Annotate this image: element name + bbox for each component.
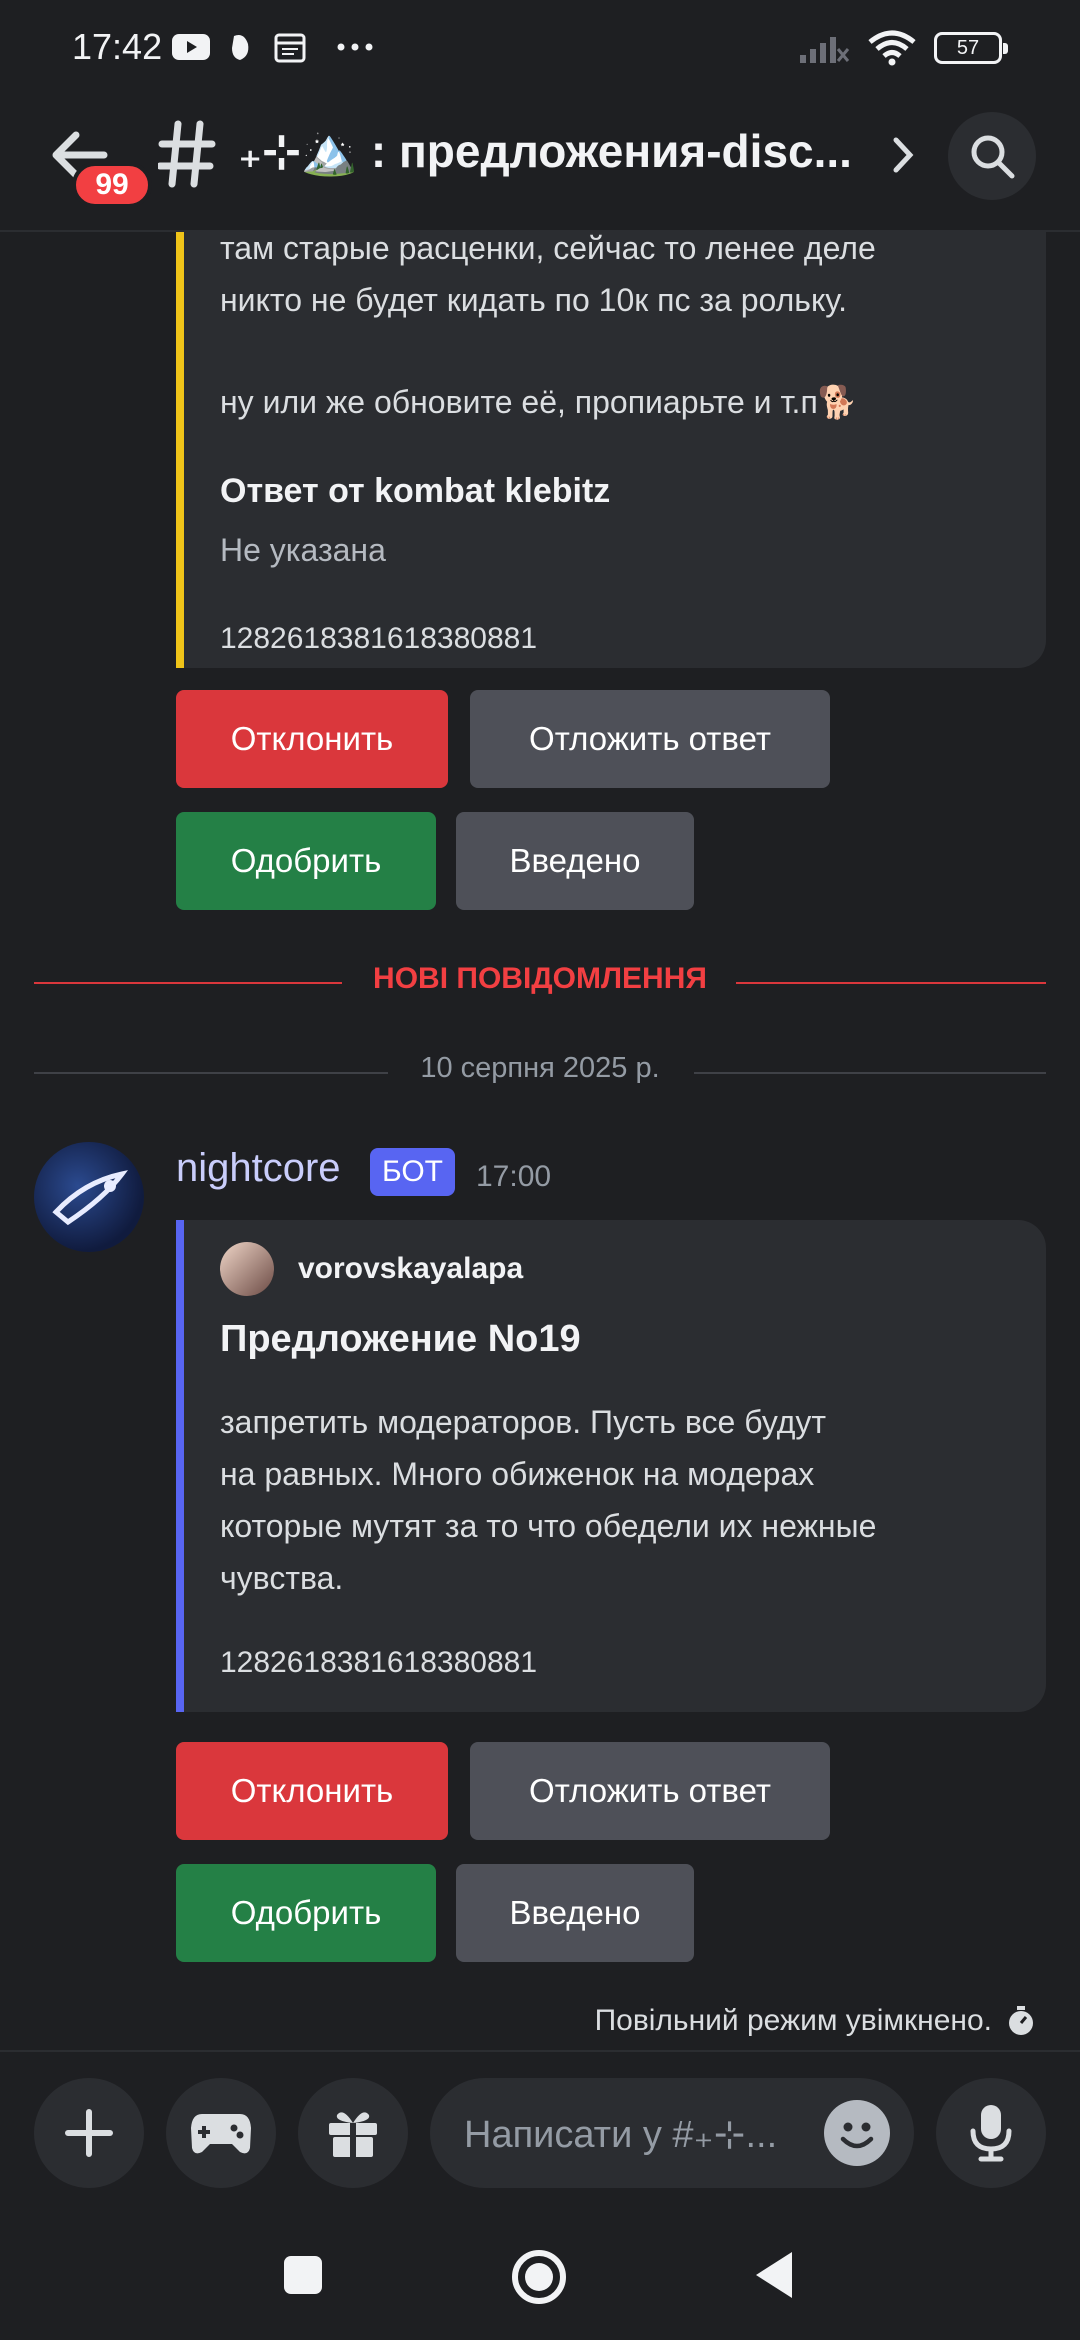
slowmode-text: Повільний режим увімкнено. <box>594 2004 992 2037</box>
embed-text-line: ну или же обновите её, пропиарьте и т.п🐕 <box>220 384 858 420</box>
embed-desc-line: которые мутят за то что обедели их нежны… <box>220 1508 877 1544</box>
home-circle-icon[interactable] <box>510 2248 568 2306</box>
recents-square-icon[interactable] <box>282 2254 324 2296</box>
notification-icon <box>232 35 249 60</box>
approve-button[interactable]: Одобрить <box>176 1864 436 1962</box>
status-time: 17:42 <box>72 26 163 67</box>
attach-button[interactable] <box>34 2078 144 2188</box>
date-label: 10 серпня 2025 р. <box>420 1052 660 1084</box>
more-icon <box>337 43 373 51</box>
embed-accent-bar <box>176 232 184 668</box>
message-list: там старые расценки, сейчас то ленее дел… <box>0 232 1080 2050</box>
new-messages-label: НОВІ ПОВІДОМЛЕННЯ <box>373 962 707 995</box>
bot-avatar-image <box>52 1170 128 1226</box>
embed-author-name: vorovskayalapa <box>298 1252 524 1285</box>
channel-name[interactable]: ₊⊹🏔️ : предложения-disc... <box>238 124 868 179</box>
embed-accent-bar <box>176 1220 184 1712</box>
gamepad-icon <box>191 2114 251 2154</box>
embed-text-line: никто не будет кидать по 10к пс за рольк… <box>220 282 847 318</box>
approve-button[interactable]: Одобрить <box>176 812 436 910</box>
voice-button[interactable] <box>936 2078 1046 2188</box>
calendar-icon <box>274 33 306 63</box>
channel-header: 99 ₊⊹🏔️ : предложения-disc... <box>0 100 1080 232</box>
decline-button[interactable]: Отклонить <box>176 1742 448 1840</box>
emoji-face <box>840 2122 874 2149</box>
search-button[interactable] <box>948 112 1036 200</box>
hash-icon <box>158 120 216 188</box>
embed-footer: 1282618381618380881 <box>220 622 538 655</box>
status-bar: 17:42 57 <box>0 0 1080 100</box>
postpone-button[interactable]: Отложить ответ <box>470 1742 830 1840</box>
stopwatch-icon <box>1009 2006 1033 2035</box>
emoji-icon[interactable] <box>824 2100 890 2166</box>
message-timestamp: 17:00 <box>476 1160 552 1193</box>
message-input-placeholder: Написати у #₊⊹... <box>464 2114 778 2156</box>
embed-field-title: Ответ от kombat klebitz <box>220 472 611 510</box>
decline-button[interactable]: Отклонить <box>176 690 448 788</box>
youtube-icon <box>172 34 210 60</box>
new-messages-divider: НОВІ ПОВІДОМЛЕННЯ <box>34 962 1046 1002</box>
implemented-button[interactable]: Введено <box>456 812 694 910</box>
embed-desc-line: запретить модераторов. Пусть все будут <box>220 1404 827 1440</box>
system-nav-bar <box>0 2210 1080 2340</box>
embed-desc-line: чувства. <box>220 1560 344 1596</box>
back-triangle-icon[interactable] <box>752 2250 796 2300</box>
bot-tag: БОТ <box>370 1148 456 1196</box>
embed-footer: 1282618381618380881 <box>220 1646 538 1679</box>
plus-icon <box>65 2109 113 2157</box>
wifi-icon <box>868 30 916 66</box>
chevron-right-icon[interactable] <box>888 134 918 176</box>
embed-text-line: там старые расценки, сейчас то ленее дел… <box>220 232 876 266</box>
battery-icon: 57 <box>934 32 1008 64</box>
embed-field-value: Не указана <box>220 532 386 568</box>
implemented-button[interactable]: Введено <box>456 1864 694 1962</box>
gift-icon <box>329 2112 377 2157</box>
signal-icon <box>800 37 850 63</box>
embed-proposal: vorovskayalapa Предложение No19 запретит… <box>176 1220 1046 1712</box>
search-icon <box>971 135 1015 179</box>
message-composer: Написати у #₊⊹... <box>0 2050 1080 2210</box>
message-author[interactable]: nightcore <box>176 1146 341 1191</box>
slowmode-notice: Повільний режим увімкнено. <box>595 2004 1036 2038</box>
message-input[interactable]: Написати у #₊⊹... <box>430 2078 914 2188</box>
avatar[interactable] <box>34 1142 144 1252</box>
embed-author-avatar <box>220 1242 274 1296</box>
embed-top: там старые расценки, сейчас то ленее дел… <box>176 232 1046 668</box>
date-divider: 10 серпня 2025 р. <box>34 1052 1046 1092</box>
unread-badge: 99 <box>72 162 152 208</box>
postpone-button[interactable]: Отложить ответ <box>470 690 830 788</box>
activities-button[interactable] <box>166 2078 276 2188</box>
microphone-icon <box>970 2105 1012 2162</box>
gift-button[interactable] <box>298 2078 408 2188</box>
embed-desc-line: на равных. Много обиженок на модерах <box>220 1456 815 1492</box>
embed-title: Предложение No19 <box>220 1318 581 1360</box>
